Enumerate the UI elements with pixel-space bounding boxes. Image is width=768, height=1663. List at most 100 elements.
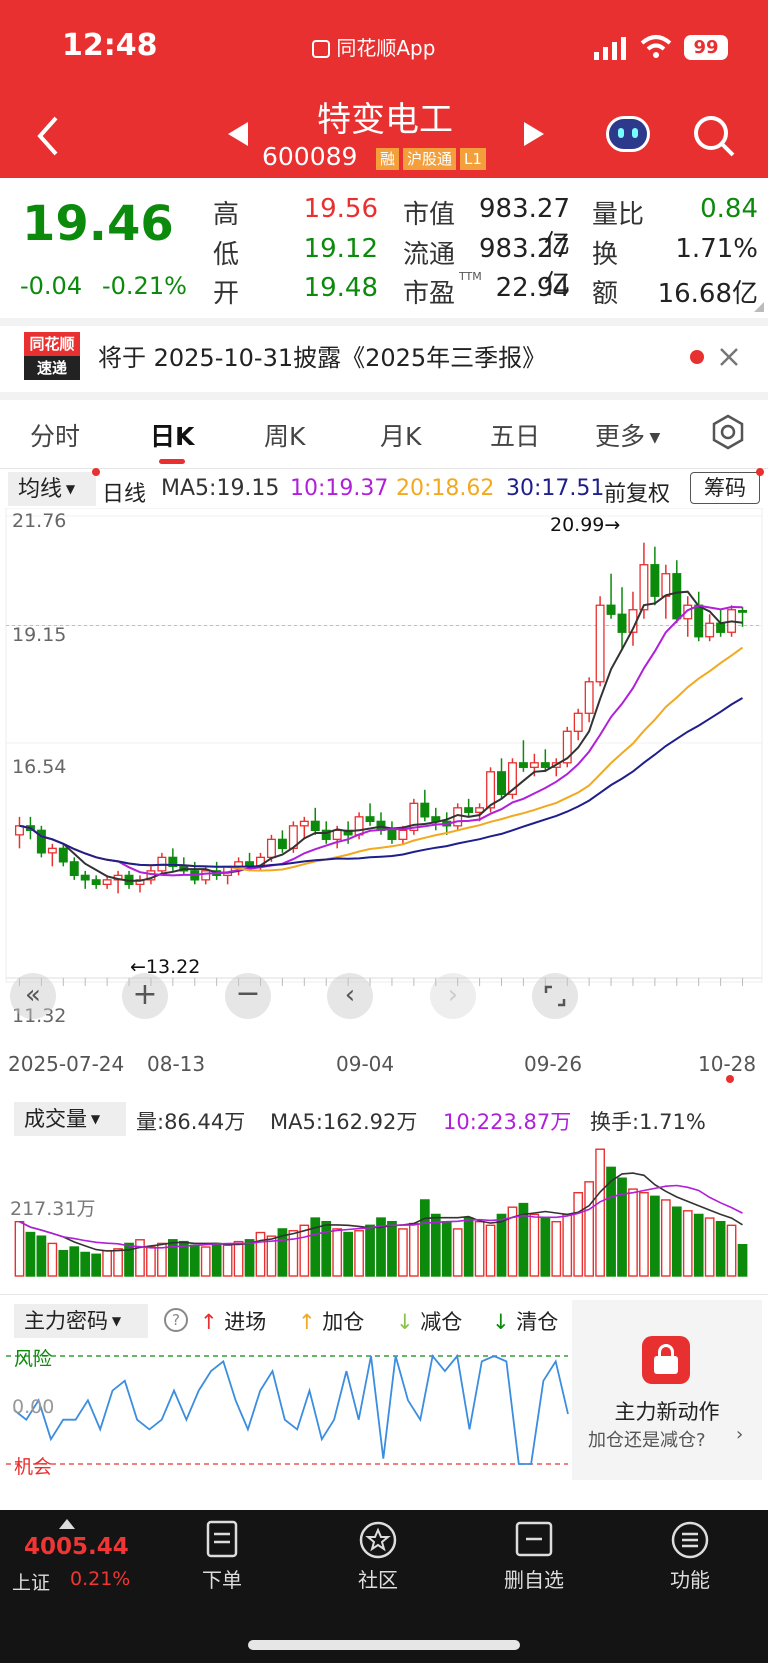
notice-bar[interactable]: 同花顺 速递 将于 2025-10-31披露《2025年三季报》 [0, 326, 768, 392]
kline-chart[interactable] [0, 508, 768, 1038]
candle-body [387, 829, 397, 840]
zl-promo-sub: 加仓还是减仓? [588, 1430, 706, 1451]
candle-body [661, 573, 671, 597]
prev-stock-icon[interactable] [226, 120, 250, 148]
candle-body [299, 820, 309, 827]
next-stock-icon[interactable] [522, 120, 546, 148]
help-icon[interactable]: ? [164, 1308, 188, 1332]
volume-bar [124, 1242, 134, 1277]
tab-monthly[interactable]: 月K [380, 417, 421, 453]
volume-bar [419, 1199, 430, 1277]
index-name: 上证 [12, 1572, 51, 1594]
zl-promo-card[interactable]: 主力新动作 加仓还是减仓? › [572, 1300, 762, 1480]
tab-minute[interactable]: 分时 [30, 417, 80, 453]
zl-chart[interactable] [0, 1340, 572, 1490]
nav-remove-watchlist[interactable]: 删自选 [494, 1564, 574, 1593]
candle-body [650, 564, 660, 597]
ma-select-label: 均线 [18, 477, 63, 502]
legend-add-label: 加仓 [322, 1310, 365, 1334]
back-icon[interactable] [34, 114, 62, 158]
search-icon[interactable] [692, 114, 736, 158]
settings-hex-icon[interactable] [710, 414, 746, 450]
divider [0, 468, 768, 469]
last-price: 19.46 [22, 196, 174, 252]
high-label: 高 [213, 200, 240, 230]
max-price-label: 20.99→ [550, 514, 621, 536]
menu-icon[interactable] [670, 1520, 710, 1560]
vol-ratio-value: 0.84 [700, 194, 758, 224]
zl-select[interactable]: 主力密码 ▼ [14, 1304, 148, 1338]
float-label: 流通 [403, 240, 456, 270]
zoom-in-button[interactable]: + [122, 973, 168, 1019]
volume-bar [222, 1244, 233, 1277]
ma5-line [19, 590, 743, 882]
volume-bar [58, 1249, 69, 1277]
ma30-value: 30:17.51 [506, 476, 605, 501]
zoom-out-button[interactable]: − [225, 973, 271, 1019]
notice-dot-icon [690, 350, 704, 364]
order-icon[interactable] [204, 1520, 240, 1558]
fullscreen-button[interactable] [532, 973, 578, 1019]
pe-value: 22.94 [495, 273, 570, 303]
volume-bar [69, 1246, 80, 1277]
x-label-0: 2025-07-24 [8, 1052, 125, 1076]
app-logo-icon [312, 40, 330, 58]
candle-body [672, 573, 682, 620]
legend-add: ↑ 加仓 [298, 1306, 364, 1336]
amount-label: 额 [592, 279, 619, 309]
legend-clear-label: 清仓 [516, 1310, 559, 1334]
volume-bar [562, 1213, 573, 1277]
tab-more[interactable]: 更多 ▼ [595, 417, 660, 453]
scroll-right-button[interactable]: › [430, 973, 476, 1019]
volume-bar [551, 1220, 562, 1277]
candle-body [584, 681, 594, 714]
turnover-value: 1.71% [675, 234, 758, 264]
candle-body [738, 609, 748, 613]
volume-select[interactable]: 成交量 ▼ [14, 1102, 126, 1136]
signal-icon [594, 37, 626, 60]
fullscreen-icon [544, 985, 566, 1007]
volume-bar [113, 1248, 123, 1277]
volume-bar [485, 1224, 496, 1277]
tab-five-day[interactable]: 五日 [490, 417, 540, 453]
volume-bar [332, 1228, 343, 1277]
volume-bar [146, 1246, 156, 1277]
double-chevron-left-icon: « [25, 980, 41, 1010]
expand-corner-icon[interactable] [752, 300, 766, 314]
ma-select[interactable]: 均线 ▼ [8, 472, 96, 506]
red-dot-icon [92, 468, 100, 476]
volume-bar [496, 1213, 507, 1277]
candle-body [705, 622, 715, 638]
community-icon[interactable] [358, 1520, 398, 1560]
volume-chart[interactable] [0, 1136, 768, 1286]
nav-functions[interactable]: 功能 [650, 1564, 730, 1593]
candle-body [518, 762, 528, 768]
status-app-label: 同花顺App [336, 36, 436, 60]
nav-community[interactable]: 社区 [338, 1564, 418, 1593]
chips-button[interactable]: 筹码 [690, 472, 760, 504]
remove-watchlist-icon[interactable] [514, 1520, 554, 1558]
plus-icon: + [132, 977, 158, 1012]
scroll-left-button[interactable]: ‹ [327, 973, 373, 1019]
candle-body [80, 874, 90, 881]
turnover-label: 换 [592, 240, 619, 270]
volume-bar [463, 1217, 474, 1277]
header: 12:48 同花顺App 99 特变电工 600089 融 沪股通 L1 [0, 0, 768, 178]
nav-order[interactable]: 下单 [182, 1564, 262, 1593]
collapse-left-button[interactable]: « [10, 973, 56, 1019]
tab-weekly[interactable]: 周K [264, 417, 305, 453]
index-value[interactable]: 4005.44 [24, 1534, 129, 1560]
ma-period: 日线 [102, 482, 147, 507]
red-dot-icon [726, 1075, 734, 1083]
notice-logo-bottom: 速递 [24, 356, 80, 380]
volume-bar [671, 1206, 682, 1277]
close-icon[interactable] [718, 346, 740, 368]
adjust-mode[interactable]: 前复权 [604, 476, 670, 508]
tab-more-label: 更多 [595, 422, 646, 451]
candle-body [606, 604, 616, 615]
volume-bar [36, 1235, 47, 1277]
volume-bar [321, 1220, 332, 1277]
arrow-down-green-icon: ↓ [492, 1310, 510, 1334]
tab-daily[interactable]: 日K [150, 417, 194, 453]
robot-assistant-icon[interactable] [604, 110, 652, 156]
